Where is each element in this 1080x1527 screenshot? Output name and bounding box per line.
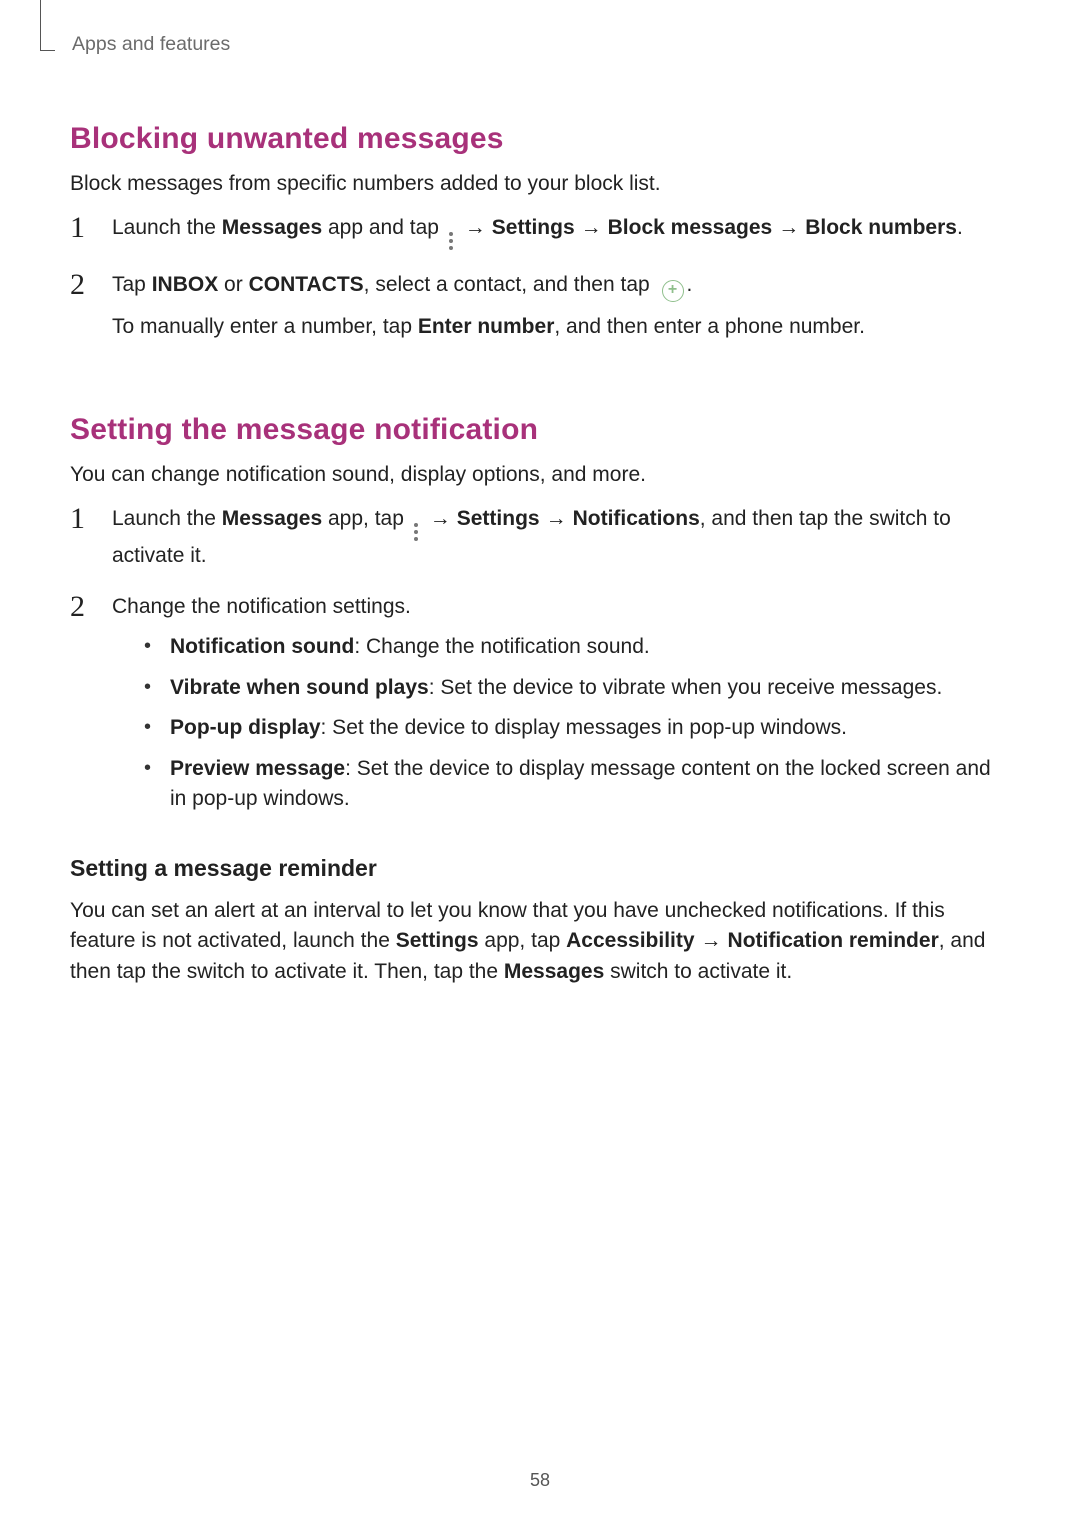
arrow-icon: → xyxy=(430,507,451,530)
step-number: 1 xyxy=(70,213,94,260)
nav-path: Settings xyxy=(492,216,575,239)
nav-path: Block numbers xyxy=(805,216,957,239)
text: app and tap xyxy=(322,216,445,239)
bold-text: Notification reminder xyxy=(728,929,939,952)
step-body: Launch the Messages app and tap → Setting… xyxy=(112,213,1010,260)
step-notif-1: 1 Launch the Messages app, tap → Settings… xyxy=(70,504,1010,581)
more-options-icon xyxy=(414,523,420,541)
list-item: Notification sound: Change the notificat… xyxy=(112,632,1010,662)
bullet-text: : Set the device to display messages in … xyxy=(321,716,847,739)
bullet-label: Notification sound xyxy=(170,635,354,658)
arrow-icon: → xyxy=(701,929,722,952)
step-text: Change the notification settings. xyxy=(112,592,1010,622)
step-notif-2: 2 Change the notification settings. Noti… xyxy=(70,592,1010,825)
bold-text: Enter number xyxy=(418,315,555,338)
step-body: Launch the Messages app, tap → Settings → N… xyxy=(112,504,1010,581)
arrow-icon: → xyxy=(778,216,799,239)
add-icon xyxy=(662,280,684,302)
subsection-title-reminder: Setting a message reminder xyxy=(70,852,1010,885)
page-content: Blocking unwanted messages Block message… xyxy=(70,95,1010,1001)
step-block-2: 2 Tap INBOX or CONTACTS, select a contac… xyxy=(70,270,1010,352)
text: , select a contact, and then tap xyxy=(364,273,656,296)
section-lead-notification: You can change notification sound, displ… xyxy=(70,460,1010,490)
bold-text: CONTACTS xyxy=(249,273,364,296)
step-number: 2 xyxy=(70,592,94,825)
bullet-label: Pop-up display xyxy=(170,716,321,739)
list-item: Pop-up display: Set the device to displa… xyxy=(112,713,1010,743)
list-item: Vibrate when sound plays: Set the device… xyxy=(112,673,1010,703)
bold-text: Accessibility xyxy=(566,929,694,952)
bold-text: Settings xyxy=(396,929,479,952)
text: Launch the xyxy=(112,507,222,530)
step-number: 2 xyxy=(70,270,94,352)
nav-path: Settings xyxy=(457,507,540,530)
text: app, tap xyxy=(322,507,410,530)
section-lead-blocking: Block messages from specific numbers add… xyxy=(70,169,1010,199)
reminder-text: You can set an alert at an interval to l… xyxy=(70,896,1010,987)
step-body: Tap INBOX or CONTACTS, select a contact,… xyxy=(112,270,1010,352)
breadcrumb: Apps and features xyxy=(72,30,230,58)
bold-text: Messages xyxy=(222,216,322,239)
section-title-blocking: Blocking unwanted messages xyxy=(70,117,1010,161)
step-body: Change the notification settings. Notifi… xyxy=(112,592,1010,825)
settings-list: Notification sound: Change the notificat… xyxy=(112,632,1010,814)
step-text: Launch the Messages app and tap → Setting… xyxy=(112,213,1010,250)
section-title-notification: Setting the message notification xyxy=(70,408,1010,452)
bullet-text: : Change the notification sound. xyxy=(354,635,649,658)
text: , and then enter a phone number. xyxy=(554,315,865,338)
bullet-text: : Set the device to vibrate when you rec… xyxy=(429,676,943,699)
arrow-icon: → xyxy=(546,507,567,530)
text: or xyxy=(218,273,248,296)
step-block-1: 1 Launch the Messages app and tap → Setti… xyxy=(70,213,1010,260)
list-item: Preview message: Set the device to displ… xyxy=(112,754,1010,815)
bold-text: Messages xyxy=(222,507,322,530)
bold-text: INBOX xyxy=(152,273,219,296)
nav-path: Block messages xyxy=(608,216,773,239)
text: To manually enter a number, tap xyxy=(112,315,418,338)
page-number: 58 xyxy=(0,1467,1080,1493)
arrow-icon: → xyxy=(465,216,486,239)
more-options-icon xyxy=(449,232,455,250)
bullet-label: Preview message xyxy=(170,757,345,780)
text: switch to activate it. xyxy=(604,960,792,983)
page-corner-mark xyxy=(40,0,55,51)
step-number: 1 xyxy=(70,504,94,581)
bullet-label: Vibrate when sound plays xyxy=(170,676,429,699)
text: . xyxy=(687,273,693,296)
text: Tap xyxy=(112,273,152,296)
text: . xyxy=(957,216,963,239)
text: Launch the xyxy=(112,216,222,239)
bold-text: Messages xyxy=(504,960,604,983)
arrow-icon: → xyxy=(581,216,602,239)
text: app, tap xyxy=(479,929,567,952)
step-text: Tap INBOX or CONTACTS, select a contact,… xyxy=(112,270,1010,302)
step-text: To manually enter a number, tap Enter nu… xyxy=(112,312,1010,342)
nav-path: Notifications xyxy=(573,507,700,530)
step-text: Launch the Messages app, tap → Settings → N… xyxy=(112,504,1010,571)
